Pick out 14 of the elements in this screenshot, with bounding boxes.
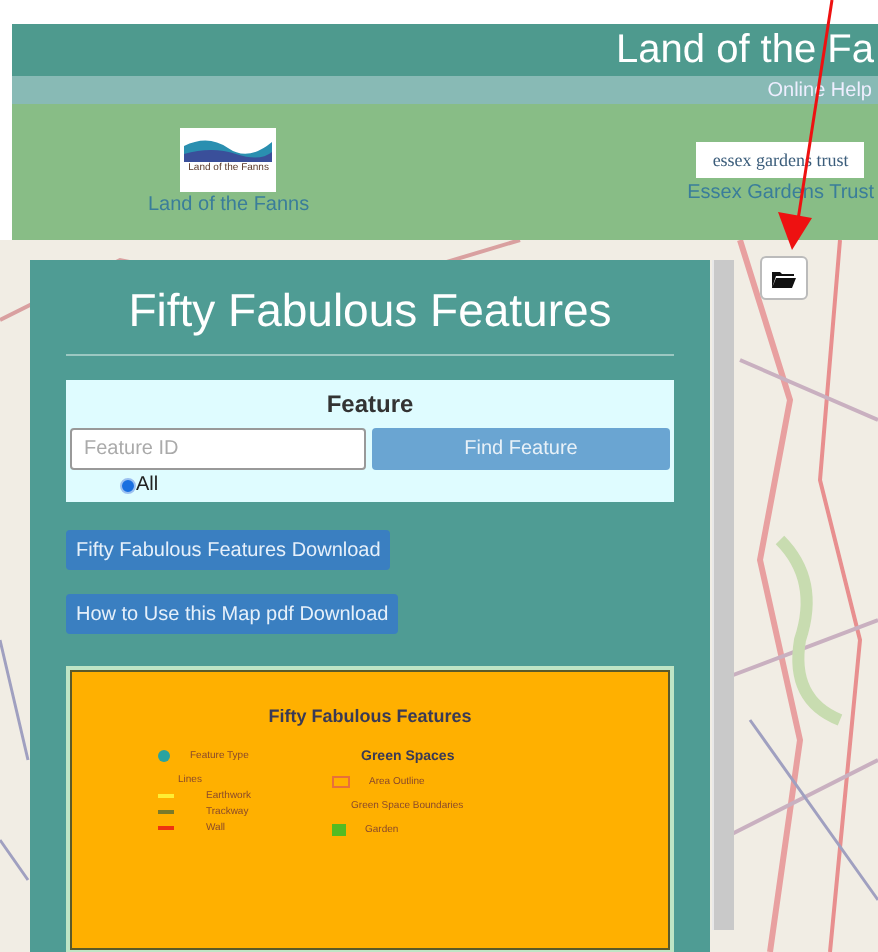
feature-id-field[interactable]: Feature ID xyxy=(70,428,366,470)
radio-button[interactable] xyxy=(120,477,136,493)
folder-icon xyxy=(772,269,796,287)
layers-button[interactable] xyxy=(760,256,808,300)
scrollbar[interactable] xyxy=(712,260,734,930)
find-feature-button[interactable]: Find Feature xyxy=(372,428,670,470)
site-title: Land of the Fa xyxy=(616,27,874,73)
legend-title: Fifty Fabulous Features xyxy=(266,706,474,726)
feature-heading: Feature xyxy=(324,390,416,418)
panel-title: Fifty Fabulous Features xyxy=(126,284,614,338)
download-button[interactable]: Fifty Fabulous Features Download xyxy=(66,530,391,570)
partner-link[interactable]: Land of the Fanns xyxy=(148,194,310,216)
radio-label: All xyxy=(136,474,159,496)
download-button[interactable]: How to Use this Map pdf Download xyxy=(66,594,399,634)
